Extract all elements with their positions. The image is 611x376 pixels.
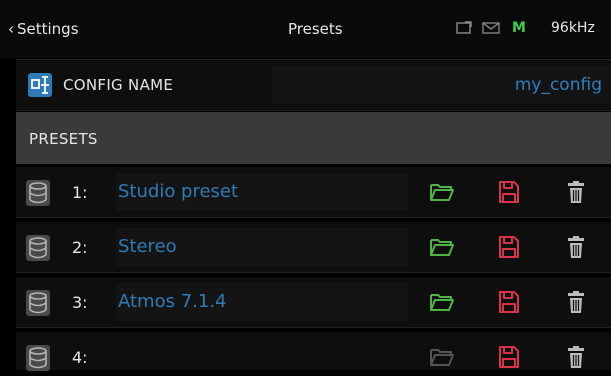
trash-icon[interactable]: [563, 344, 589, 370]
status-indicator: M: [512, 20, 526, 36]
presets-section-header: PRESETS: [16, 112, 611, 164]
trash-icon[interactable]: [563, 234, 589, 260]
database-icon: [26, 180, 50, 206]
config-icon: [28, 73, 52, 97]
save-icon[interactable]: [496, 234, 522, 260]
preset-name-field[interactable]: Atmos 7.1.4: [116, 283, 408, 321]
preset-name-field[interactable]: [116, 338, 408, 376]
save-icon[interactable]: [496, 344, 522, 370]
database-icon: [26, 290, 50, 316]
preset-number: 3:: [72, 293, 88, 312]
back-label: Settings: [17, 20, 79, 38]
folder-open-icon[interactable]: [429, 344, 455, 370]
folder-open-icon[interactable]: [429, 234, 455, 260]
folder-open-icon[interactable]: [429, 179, 455, 205]
config-name-label: CONFIG NAME: [63, 76, 174, 94]
preset-row: 4:: [16, 332, 611, 371]
back-button[interactable]: ‹ Settings: [8, 20, 79, 38]
top-bar: ‹ Settings Presets M 96kHz: [0, 0, 611, 58]
screen-icon: [456, 21, 472, 34]
preset-row: 1: Studio preset: [16, 167, 611, 218]
preset-number: 1:: [72, 183, 88, 202]
sample-rate: 96kHz: [551, 20, 595, 36]
folder-open-icon[interactable]: [429, 289, 455, 315]
preset-name-field[interactable]: Studio preset: [116, 173, 408, 211]
preset-row: 2: Stereo: [16, 222, 611, 273]
page-title: Presets: [288, 20, 343, 38]
config-name-row: CONFIG NAME: [16, 59, 611, 111]
preset-number: 4:: [72, 348, 88, 367]
save-icon[interactable]: [496, 289, 522, 315]
config-name-input[interactable]: [272, 66, 611, 104]
chevron-left-icon: ‹: [8, 20, 14, 38]
database-icon: [26, 345, 50, 371]
preset-row: 3: Atmos 7.1.4: [16, 277, 611, 328]
trash-icon[interactable]: [563, 179, 589, 205]
preset-number: 2:: [72, 238, 88, 257]
save-icon[interactable]: [496, 179, 522, 205]
mail-icon: [482, 22, 500, 34]
trash-icon[interactable]: [563, 289, 589, 315]
presets-section-label: PRESETS: [29, 130, 98, 148]
preset-name-field[interactable]: Stereo: [116, 228, 408, 266]
database-icon: [26, 235, 50, 261]
